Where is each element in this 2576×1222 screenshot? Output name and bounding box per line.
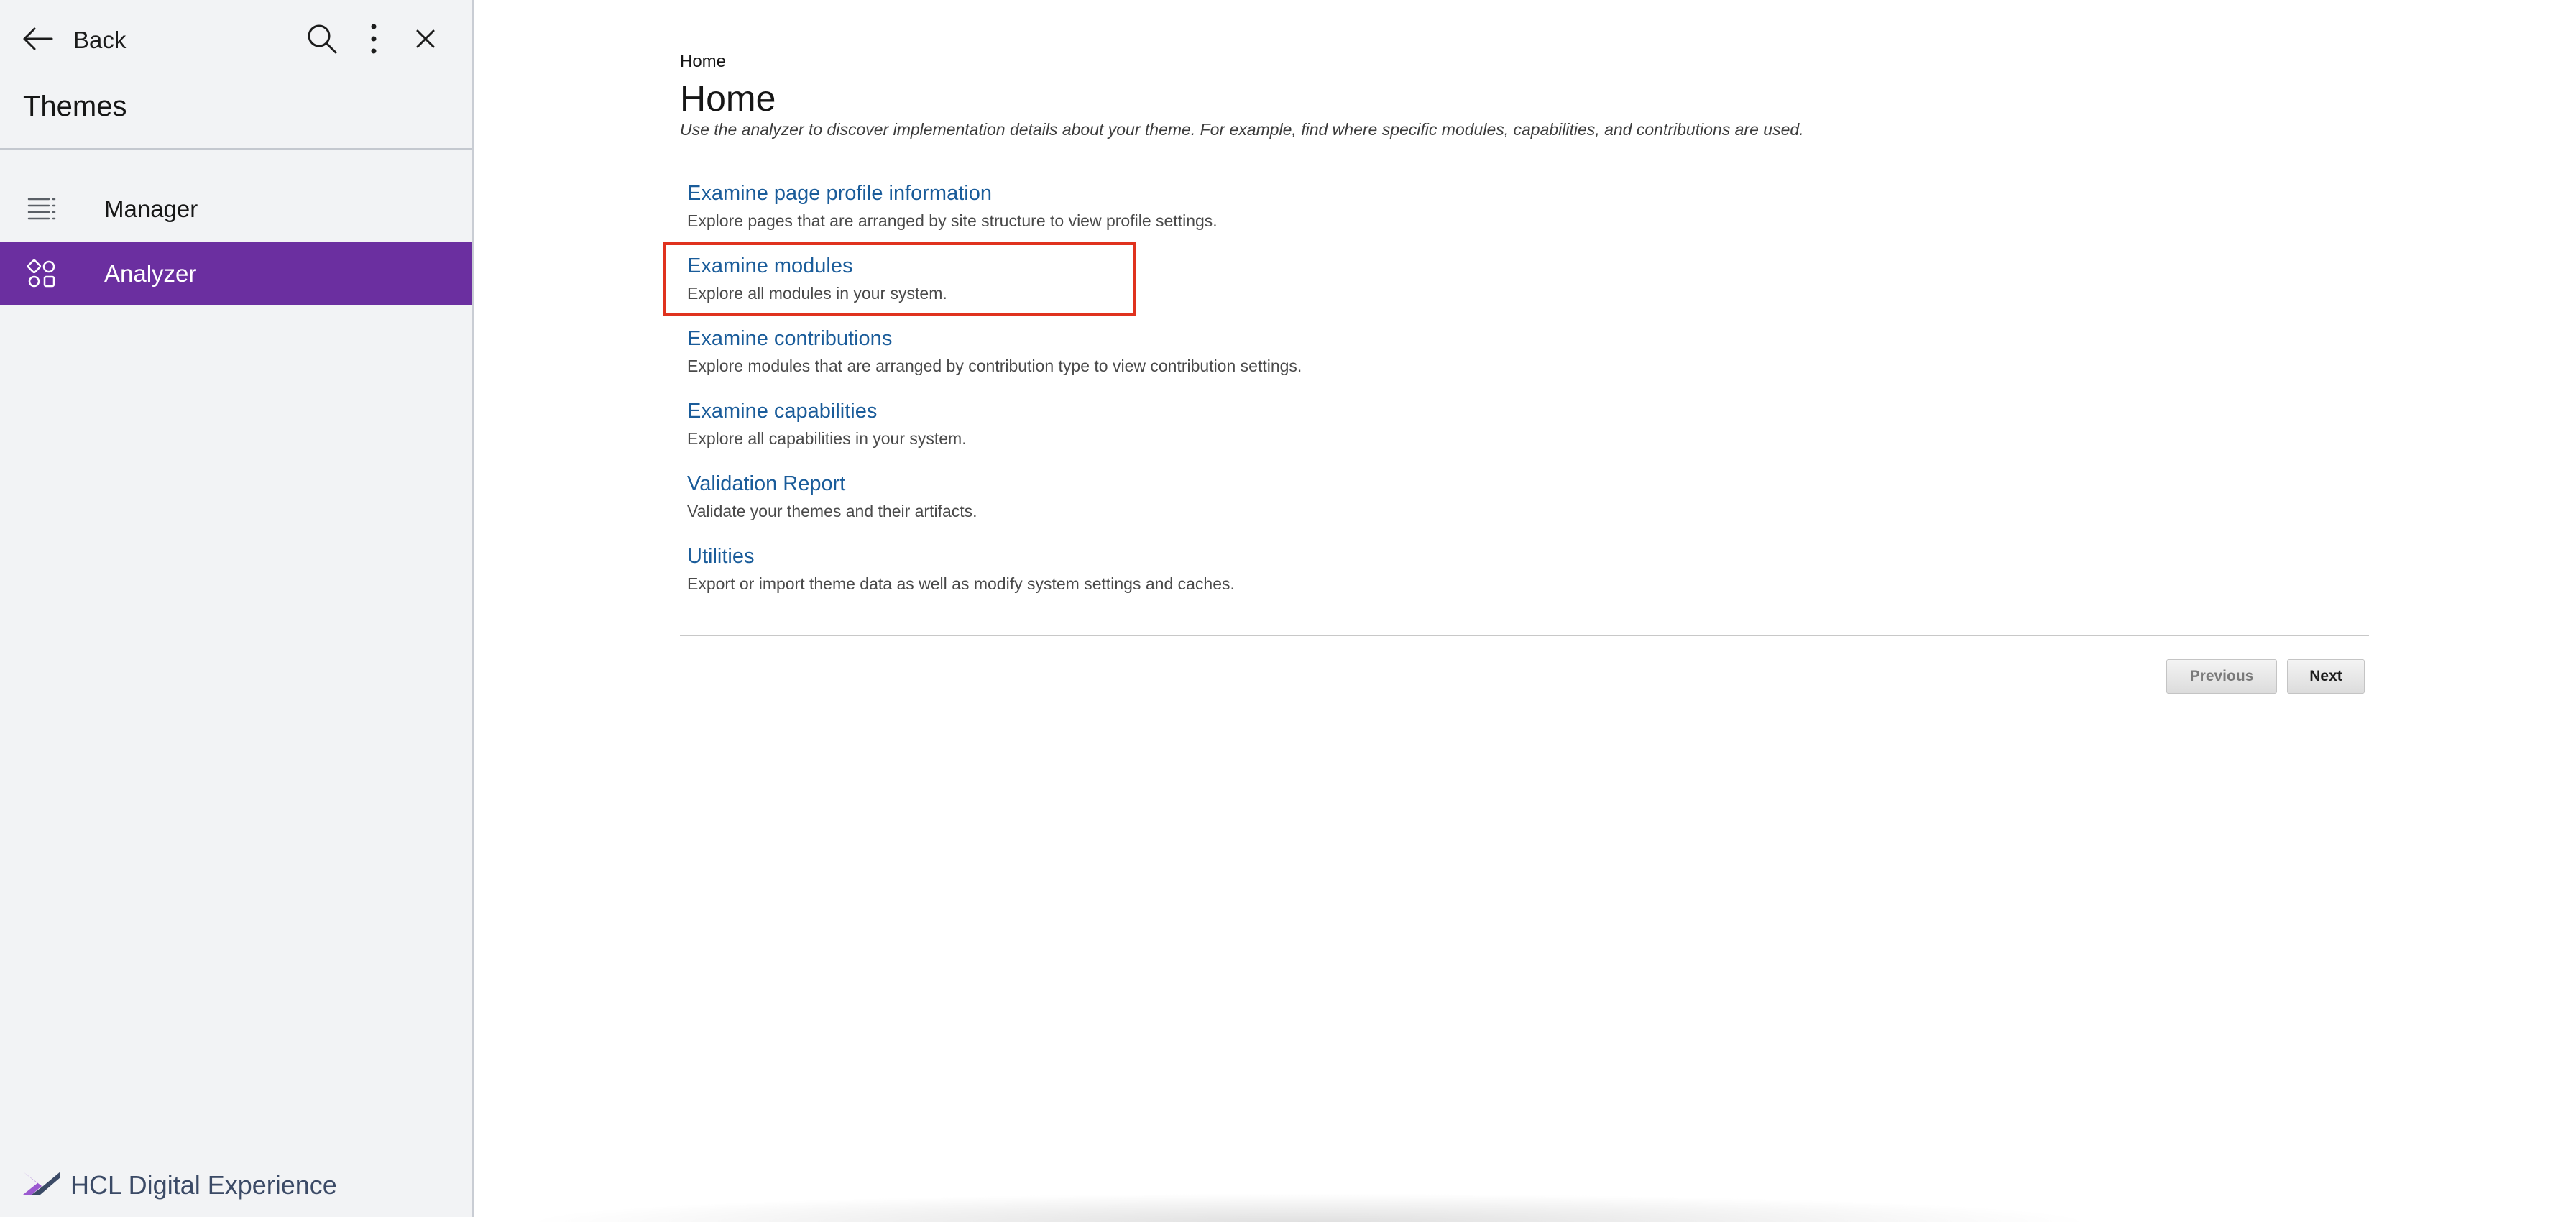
close-icon [415,28,436,53]
link-description: Export or import theme data as well as m… [687,574,1235,593]
sidebar-item-analyzer[interactable]: Analyzer [0,242,472,306]
list-item: Examine contributions Explore modules th… [687,327,1302,376]
next-button[interactable]: Next [2287,659,2365,694]
arrow-left-icon [22,26,53,55]
sidebar-item-label: Manager [104,196,198,222]
sidebar-header: Back [0,0,472,79]
link-description: Explore all capabilities in your system. [687,429,967,448]
list-item: Utilities Export or import theme data as… [687,545,1235,594]
analyzer-icon [22,254,62,294]
back-button[interactable]: Back [22,22,126,59]
link-examine-contributions[interactable]: Examine contributions [687,327,1302,351]
list-item: Examine page profile information Explore… [687,182,1218,231]
main-content: Home Home Use the analyzer to discover i… [475,0,2576,1222]
highlight-box [663,242,1136,316]
bottom-shadow [518,1193,2099,1222]
sidebar: Back Themes Manager Analyzer HCL Digital… [0,0,474,1217]
more-options-button[interactable] [354,20,394,60]
back-label: Back [73,27,126,53]
breadcrumb: Home [680,52,727,71]
vertical-dots-icon [369,23,378,58]
close-button[interactable] [405,20,446,60]
link-examine-page-profile[interactable]: Examine page profile information [687,182,1218,206]
search-icon [306,23,338,58]
previous-button[interactable]: Previous [2166,659,2277,694]
sidebar-divider [0,148,472,150]
link-validation-report[interactable]: Validation Report [687,472,978,496]
page-title: Home [680,78,776,119]
brand-logo: HCL Digital Experience [22,1169,337,1201]
hcl-logo-icon [22,1169,62,1201]
sidebar-item-manager[interactable]: Manager [0,178,472,241]
search-button[interactable] [302,20,342,60]
list-item: Validation Report Validate your themes a… [687,472,978,521]
link-utilities[interactable]: Utilities [687,545,1235,569]
list-item: Examine capabilities Explore all capabil… [687,400,967,449]
link-description: Validate your themes and their artifacts… [687,502,978,520]
link-description: Explore pages that are arranged by site … [687,211,1218,230]
sidebar-title: Themes [23,91,127,122]
brand-text: HCL Digital Experience [70,1170,337,1200]
link-examine-capabilities[interactable]: Examine capabilities [687,400,967,423]
page-description: Use the analyzer to discover implementat… [680,120,1804,139]
link-description: Explore modules that are arranged by con… [687,357,1302,375]
sidebar-item-label: Analyzer [104,260,197,287]
list-icon [22,189,62,229]
divider [680,635,2369,636]
